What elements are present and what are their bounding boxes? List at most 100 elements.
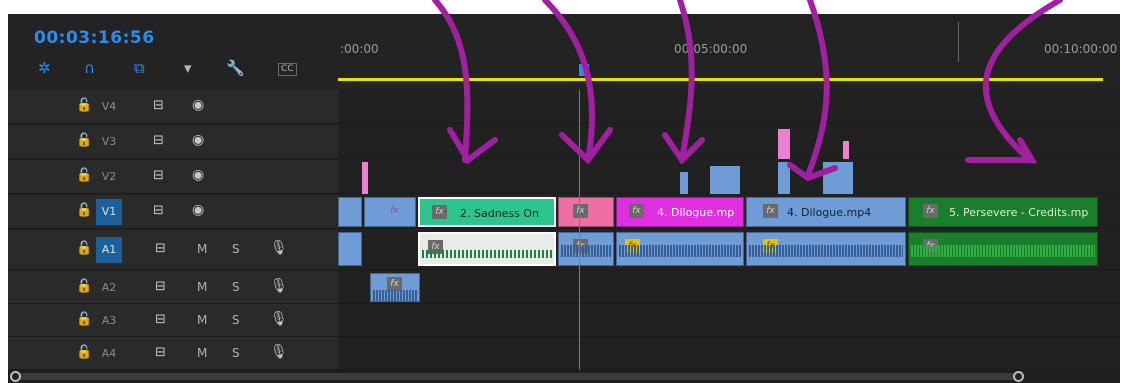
clip-v1-3[interactable]: fx bbox=[558, 197, 614, 227]
clip-persevere-credits[interactable]: fx 5. Persevere - Credits.mp bbox=[908, 197, 1098, 227]
solo-button[interactable]: S bbox=[232, 346, 240, 360]
scrollbar-left-handle[interactable] bbox=[10, 371, 21, 382]
audio-clip[interactable]: fx bbox=[616, 232, 744, 266]
clip-thumb[interactable] bbox=[680, 172, 688, 194]
time-ruler[interactable]: :00:00 00:05:00:00 00:10:00:00 bbox=[338, 14, 1120, 90]
lock-icon[interactable]: 🔓 bbox=[76, 203, 92, 218]
clip-dilogue-1[interactable]: fx 4. Dilogue.mp bbox=[616, 197, 744, 227]
clip-dilogue-2[interactable]: fx 4. Dilogue.mp4 bbox=[746, 197, 906, 227]
clip-thumb[interactable] bbox=[823, 162, 853, 194]
audio-clip[interactable]: fx bbox=[558, 232, 614, 266]
lock-icon[interactable]: 🔓 bbox=[76, 241, 92, 256]
playhead-timecode[interactable]: 00:03:16:56 bbox=[34, 28, 155, 48]
audio-waveform bbox=[619, 245, 741, 257]
audio-waveform bbox=[561, 245, 611, 257]
track-lane-a1[interactable]: fx fx fx fx fx bbox=[338, 230, 1120, 270]
microphone-icon[interactable]: 🎙 bbox=[270, 311, 288, 327]
solo-button[interactable]: S bbox=[232, 313, 240, 327]
marker-icon[interactable]: ▾ bbox=[184, 60, 192, 76]
clip-sadness-on[interactable]: fx 2. Sadness On bbox=[418, 197, 556, 227]
eye-icon[interactable]: ◉ bbox=[192, 202, 204, 218]
track-header-a4: 🔓 A4 ⊟ M S 🎙 bbox=[8, 337, 338, 370]
track-name-v1[interactable]: V1 bbox=[96, 199, 122, 225]
work-area-bar[interactable] bbox=[338, 78, 1103, 81]
audio-clip-sadness[interactable]: fx bbox=[418, 232, 556, 266]
clip-thumb[interactable] bbox=[843, 141, 849, 159]
mute-button[interactable]: M bbox=[197, 280, 207, 294]
sync-lock-icon[interactable]: ⊟ bbox=[155, 312, 166, 327]
eye-icon[interactable]: ◉ bbox=[192, 167, 204, 183]
track-lane-a3[interactable] bbox=[338, 304, 1120, 337]
track-lane-v4[interactable] bbox=[338, 90, 1120, 124]
snap-magnet-icon[interactable]: ∩ bbox=[84, 60, 95, 76]
lock-icon[interactable]: 🔓 bbox=[76, 98, 92, 113]
solo-button[interactable]: S bbox=[232, 242, 240, 256]
track-lane-v2[interactable] bbox=[338, 160, 1120, 194]
track-name-a1[interactable]: A1 bbox=[96, 237, 122, 263]
sync-lock-icon[interactable]: ⊟ bbox=[155, 345, 166, 360]
linked-selection-icon[interactable]: ⧉ bbox=[134, 60, 145, 76]
scrollbar-right-handle[interactable] bbox=[1013, 371, 1024, 382]
fx-badge[interactable]: fx bbox=[923, 204, 938, 218]
clip-thumb[interactable] bbox=[710, 166, 740, 194]
microphone-icon[interactable]: 🎙 bbox=[270, 278, 288, 294]
sync-lock-icon[interactable]: ⊟ bbox=[153, 203, 164, 218]
clip-v1-1[interactable]: fx bbox=[364, 197, 416, 227]
clip-thumb[interactable] bbox=[362, 162, 368, 194]
mute-button[interactable]: M bbox=[197, 313, 207, 327]
sync-lock-icon[interactable]: ⊟ bbox=[155, 279, 166, 294]
lock-icon[interactable]: 🔓 bbox=[76, 168, 92, 183]
mute-button[interactable]: M bbox=[197, 242, 207, 256]
track-name-v4[interactable]: V4 bbox=[96, 94, 122, 120]
fx-badge[interactable]: fx bbox=[432, 205, 447, 219]
lock-icon[interactable]: 🔓 bbox=[76, 312, 92, 327]
microphone-icon[interactable]: 🎙 bbox=[270, 344, 288, 360]
mute-button[interactable]: M bbox=[197, 346, 207, 360]
ruler-label-end: 00:10:00:00 bbox=[1044, 42, 1118, 56]
clip-thumb[interactable] bbox=[778, 162, 790, 194]
audio-waveform bbox=[911, 245, 1095, 257]
eye-icon[interactable]: ◉ bbox=[192, 97, 204, 113]
sync-lock-icon[interactable]: ⊟ bbox=[153, 168, 164, 183]
track-name-a3[interactable]: A3 bbox=[96, 308, 122, 334]
audio-clip-credits[interactable]: fx bbox=[908, 232, 1098, 266]
scrollbar-track[interactable] bbox=[16, 373, 1024, 380]
track-name-v2[interactable]: V2 bbox=[96, 164, 122, 190]
audio-clip[interactable]: fx bbox=[370, 273, 420, 302]
lock-icon[interactable]: 🔓 bbox=[76, 133, 92, 148]
eye-icon[interactable]: ◉ bbox=[192, 132, 204, 148]
sync-lock-icon[interactable]: ⊟ bbox=[153, 133, 164, 148]
track-lane-v1[interactable]: fx fx 2. Sadness On fx fx 4. Dilogue.mp … bbox=[338, 195, 1120, 229]
audio-clip[interactable]: fx bbox=[746, 232, 906, 266]
ripple-icon[interactable]: ✲ bbox=[38, 60, 51, 76]
audio-clip[interactable] bbox=[338, 232, 362, 266]
playhead-line[interactable] bbox=[579, 90, 580, 370]
track-header-a2: 🔓 A2 ⊟ M S 🎙 bbox=[8, 271, 338, 304]
lock-icon[interactable]: 🔓 bbox=[76, 279, 92, 294]
sync-lock-icon[interactable]: ⊟ bbox=[153, 98, 164, 113]
track-name-a2[interactable]: A2 bbox=[96, 275, 122, 301]
clip-title: 4. Dilogue.mp bbox=[657, 206, 735, 219]
microphone-icon[interactable]: 🎙 bbox=[270, 240, 288, 256]
track-name-a4[interactable]: A4 bbox=[96, 341, 122, 367]
captions-icon[interactable]: CC bbox=[278, 63, 297, 76]
clip-v1-0[interactable] bbox=[338, 197, 362, 227]
fx-badge[interactable]: fx bbox=[387, 277, 402, 291]
timeline-panel: 00:03:16:56 ✲ ∩ ⧉ ▾ 🔧 CC :00:00 00:05:00… bbox=[8, 14, 1120, 383]
horizontal-scrollbar[interactable] bbox=[8, 370, 1120, 383]
track-header-v1: 🔓 V1 ⊟ ◉ bbox=[8, 195, 338, 229]
track-lane-a4[interactable] bbox=[338, 337, 1120, 370]
fx-badge[interactable]: fx bbox=[629, 204, 644, 218]
fx-badge[interactable]: fx bbox=[573, 204, 588, 218]
track-name-v3[interactable]: V3 bbox=[96, 129, 122, 155]
lock-icon[interactable]: 🔓 bbox=[76, 345, 92, 360]
sync-lock-icon[interactable]: ⊟ bbox=[155, 241, 166, 256]
clip-thumb[interactable] bbox=[778, 129, 790, 159]
solo-button[interactable]: S bbox=[232, 280, 240, 294]
playhead-handle[interactable] bbox=[579, 64, 589, 76]
track-lane-a2[interactable]: fx bbox=[338, 271, 1120, 304]
fx-badge[interactable]: fx bbox=[387, 204, 402, 218]
wrench-icon[interactable]: 🔧 bbox=[226, 60, 245, 76]
fx-badge[interactable]: fx bbox=[763, 204, 778, 218]
track-lane-v3[interactable] bbox=[338, 125, 1120, 159]
